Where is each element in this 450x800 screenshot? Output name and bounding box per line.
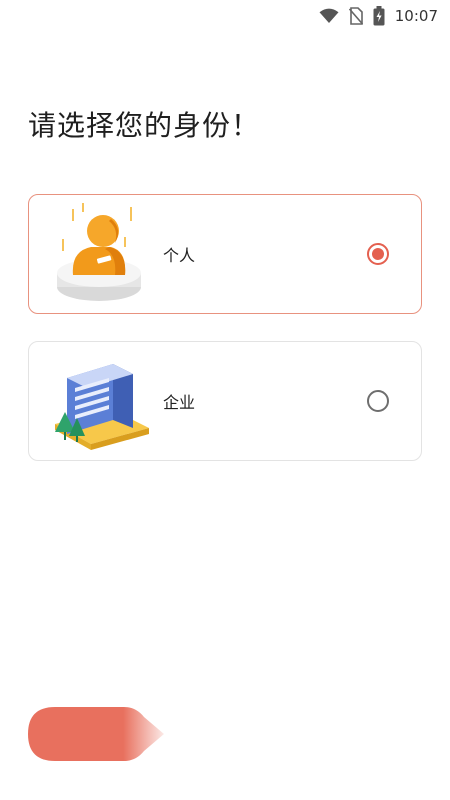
battery-charging-icon xyxy=(373,6,385,26)
role-label-enterprise: 企业 xyxy=(163,393,196,412)
radio-checked-icon[interactable] xyxy=(367,243,389,265)
person-illustration xyxy=(53,203,163,307)
role-card-personal[interactable]: 个人 xyxy=(28,194,422,314)
building-illustration xyxy=(53,350,163,454)
no-sim-icon xyxy=(348,7,363,25)
wifi-icon xyxy=(319,8,339,23)
next-button[interactable] xyxy=(28,707,168,761)
role-label-personal: 个人 xyxy=(163,246,196,265)
radio-unchecked-icon[interactable] xyxy=(367,390,389,412)
page-title: 请选择您的身份！ xyxy=(28,109,261,142)
role-card-enterprise[interactable]: 企业 xyxy=(28,341,422,461)
status-bar: 10:07 xyxy=(0,0,450,32)
clock: 10:07 xyxy=(394,7,438,25)
